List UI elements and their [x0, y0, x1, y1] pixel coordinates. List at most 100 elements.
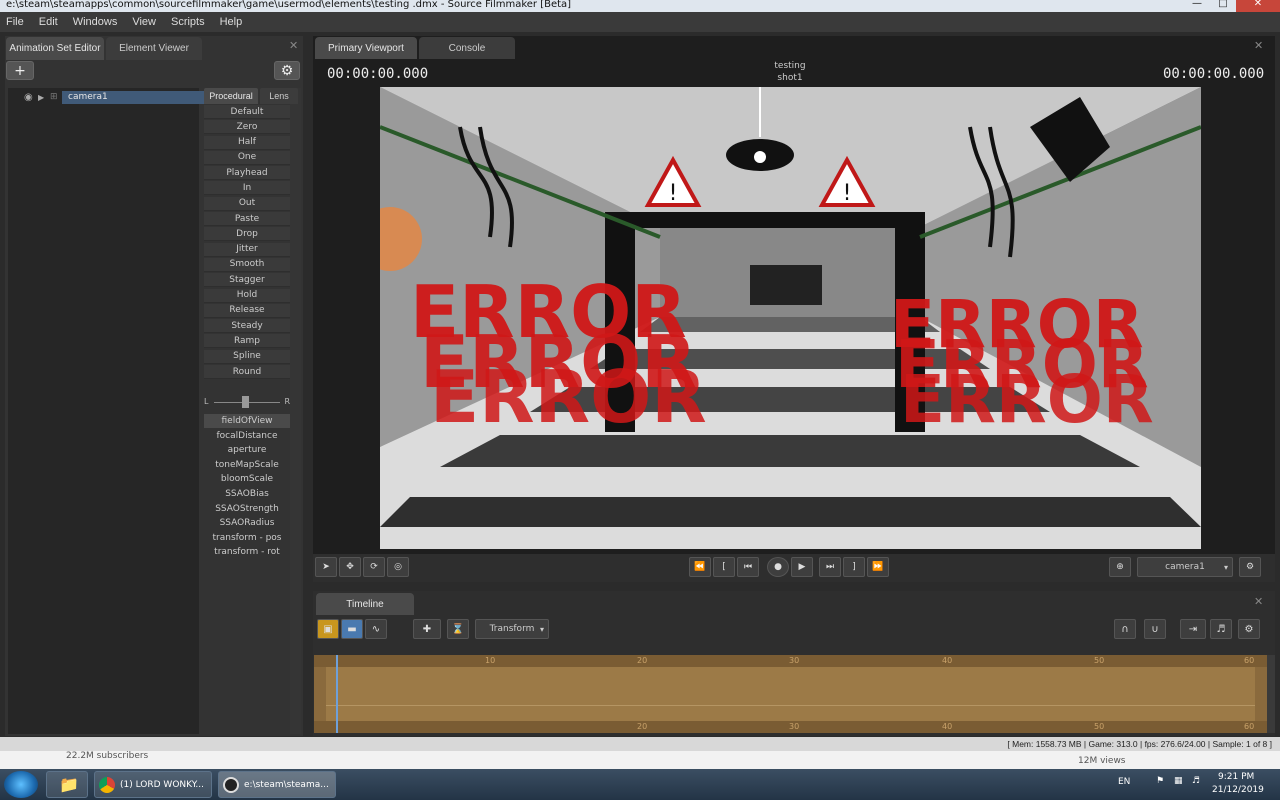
- mark-in-button[interactable]: [: [713, 557, 735, 577]
- camera-target-button[interactable]: ⊕: [1109, 557, 1131, 577]
- fast-forward-button[interactable]: ⏩: [867, 557, 889, 577]
- procedural-spline[interactable]: Spline: [204, 349, 290, 364]
- snap-button[interactable]: ∪: [1144, 619, 1166, 639]
- lr-balance-slider[interactable]: L R: [204, 395, 290, 409]
- timeline-body[interactable]: [326, 667, 1255, 721]
- graph-editor-button[interactable]: ∿: [365, 619, 387, 639]
- language-indicator[interactable]: EN: [1118, 777, 1130, 787]
- timeline-settings-button[interactable]: ⚙: [1238, 619, 1260, 639]
- record-button[interactable]: ●: [767, 557, 789, 577]
- audio-button[interactable]: ♬: [1210, 619, 1232, 639]
- menu-view[interactable]: View: [132, 16, 156, 28]
- procedural-out[interactable]: Out: [204, 196, 290, 211]
- system-tray: EN ⚑ ▦ ♬ 9:21 PM 21/12/2019: [1100, 769, 1280, 800]
- procedural-smooth[interactable]: Smooth: [204, 257, 290, 272]
- tree-row-camera[interactable]: ◉ ▶ ⊞ camera1: [8, 90, 204, 104]
- mark-out-button[interactable]: ]: [843, 557, 865, 577]
- tab-timeline[interactable]: Timeline: [316, 593, 414, 615]
- procedural-stagger[interactable]: Stagger: [204, 273, 290, 288]
- clock-time[interactable]: 9:21 PM: [1218, 772, 1254, 782]
- procedural-paste[interactable]: Paste: [204, 212, 290, 227]
- rotate-tool-button[interactable]: ⟳: [363, 557, 385, 577]
- left-panel-close-icon[interactable]: ✕: [289, 39, 298, 52]
- move-tool-button[interactable]: ✥: [339, 557, 361, 577]
- procedural-one[interactable]: One: [204, 150, 290, 165]
- maximize-icon[interactable]: □: [1210, 0, 1236, 12]
- menu-edit[interactable]: Edit: [39, 16, 58, 28]
- network-icon[interactable]: ▦: [1174, 776, 1183, 786]
- magnet-button[interactable]: ∩: [1114, 619, 1136, 639]
- flag-icon[interactable]: ⚑: [1156, 776, 1164, 786]
- procedural-half[interactable]: Half: [204, 135, 290, 150]
- clock-date[interactable]: 21/12/2019: [1212, 785, 1264, 795]
- procedural-hold[interactable]: Hold: [204, 288, 290, 303]
- tab-element-viewer[interactable]: Element Viewer: [106, 37, 202, 60]
- procedural-zero[interactable]: Zero: [204, 120, 290, 135]
- close-icon[interactable]: ✕: [1236, 0, 1280, 12]
- menu-windows[interactable]: Windows: [73, 16, 118, 28]
- param-transform-rot[interactable]: transform - rot: [204, 545, 290, 559]
- slider-thumb[interactable]: [242, 396, 249, 408]
- procedural-default[interactable]: Default: [204, 105, 290, 119]
- tab-lens[interactable]: Lens: [260, 88, 298, 104]
- tab-primary-viewport[interactable]: Primary Viewport: [315, 37, 417, 59]
- procedural-jitter[interactable]: Jitter: [204, 242, 290, 257]
- select-tool-button[interactable]: ➤: [315, 557, 337, 577]
- param-bloom-scale[interactable]: bloomScale: [204, 472, 290, 486]
- start-button[interactable]: [4, 771, 38, 798]
- timeline-scrollbar[interactable]: [1267, 655, 1275, 733]
- param-tone-map-scale[interactable]: toneMapScale: [204, 458, 290, 472]
- timeline-track-area[interactable]: 10 20 30 40 50 60 20 30 40 50 60: [314, 655, 1267, 733]
- menu-scripts[interactable]: Scripts: [171, 16, 205, 28]
- left-settings-button[interactable]: ⚙: [274, 61, 300, 80]
- playhead[interactable]: [336, 655, 338, 733]
- menu-file[interactable]: File: [6, 16, 24, 28]
- procedural-drop[interactable]: Drop: [204, 227, 290, 242]
- procedural-release[interactable]: Release: [204, 303, 290, 318]
- jump-end-button[interactable]: ⇥: [1180, 619, 1206, 639]
- volume-icon[interactable]: ♬: [1192, 776, 1200, 786]
- procedural-in[interactable]: In: [204, 181, 290, 196]
- param-ssao-strength[interactable]: SSAOStrength: [204, 502, 290, 516]
- tree-item-label[interactable]: camera1: [62, 90, 204, 104]
- taskbar-item-sfm[interactable]: e:\steam\steama...: [218, 771, 336, 798]
- param-transform-pos[interactable]: transform - pos: [204, 531, 290, 545]
- minimize-icon[interactable]: —: [1184, 0, 1210, 12]
- explorer-button[interactable]: 📁: [46, 771, 88, 798]
- tab-console[interactable]: Console: [419, 37, 515, 59]
- rewind-button[interactable]: ⏪: [689, 557, 711, 577]
- viewport-scene[interactable]: ! ! ERROR ERROR ERROR ERROR ERROR ERROR: [380, 87, 1201, 549]
- menu-help[interactable]: Help: [220, 16, 243, 28]
- param-aperture[interactable]: aperture: [204, 443, 290, 457]
- param-ssao-bias[interactable]: SSAOBias: [204, 487, 290, 501]
- add-animation-set-button[interactable]: +: [6, 61, 34, 80]
- clip-editor-button[interactable]: ▣: [317, 619, 339, 639]
- tab-animation-set-editor[interactable]: Animation Set Editor: [6, 37, 104, 60]
- param-ssao-radius[interactable]: SSAORadius: [204, 516, 290, 530]
- param-field-of-view[interactable]: fieldOfView: [204, 414, 290, 428]
- procedural-ramp[interactable]: Ramp: [204, 334, 290, 349]
- tab-procedural[interactable]: Procedural: [204, 88, 258, 104]
- timeline-close-icon[interactable]: ✕: [1254, 595, 1263, 608]
- param-focal-distance[interactable]: focalDistance: [204, 429, 290, 443]
- camera-select[interactable]: camera1 ▾: [1137, 557, 1233, 577]
- procedural-steady[interactable]: Steady: [204, 319, 290, 334]
- hourglass-button[interactable]: ⌛: [447, 619, 469, 639]
- expand-arrow-icon[interactable]: ▶: [38, 93, 50, 102]
- tick-60: 60: [1244, 656, 1255, 665]
- procedural-round[interactable]: Round: [204, 365, 290, 380]
- play-button[interactable]: ▶: [791, 557, 813, 577]
- eye-icon[interactable]: ◉: [24, 92, 38, 103]
- viewport-close-icon[interactable]: ✕: [1254, 39, 1263, 52]
- timeline-mode-select[interactable]: Transform ▾: [475, 619, 549, 639]
- motion-editor-button[interactable]: ▬: [341, 619, 363, 639]
- orbit-tool-button[interactable]: ◎: [387, 557, 409, 577]
- add-keyframe-button[interactable]: ✚: [413, 619, 441, 639]
- left-panel-scrollbar[interactable]: [290, 88, 301, 734]
- taskbar-item-chrome[interactable]: (1) LORD WONKY...: [94, 771, 212, 798]
- prev-frame-button[interactable]: ⏮: [737, 557, 759, 577]
- tick-10: 10: [485, 656, 496, 665]
- viewport-settings-button[interactable]: ⚙: [1239, 557, 1261, 577]
- procedural-playhead[interactable]: Playhead: [204, 166, 290, 181]
- next-frame-button[interactable]: ⏭: [819, 557, 841, 577]
